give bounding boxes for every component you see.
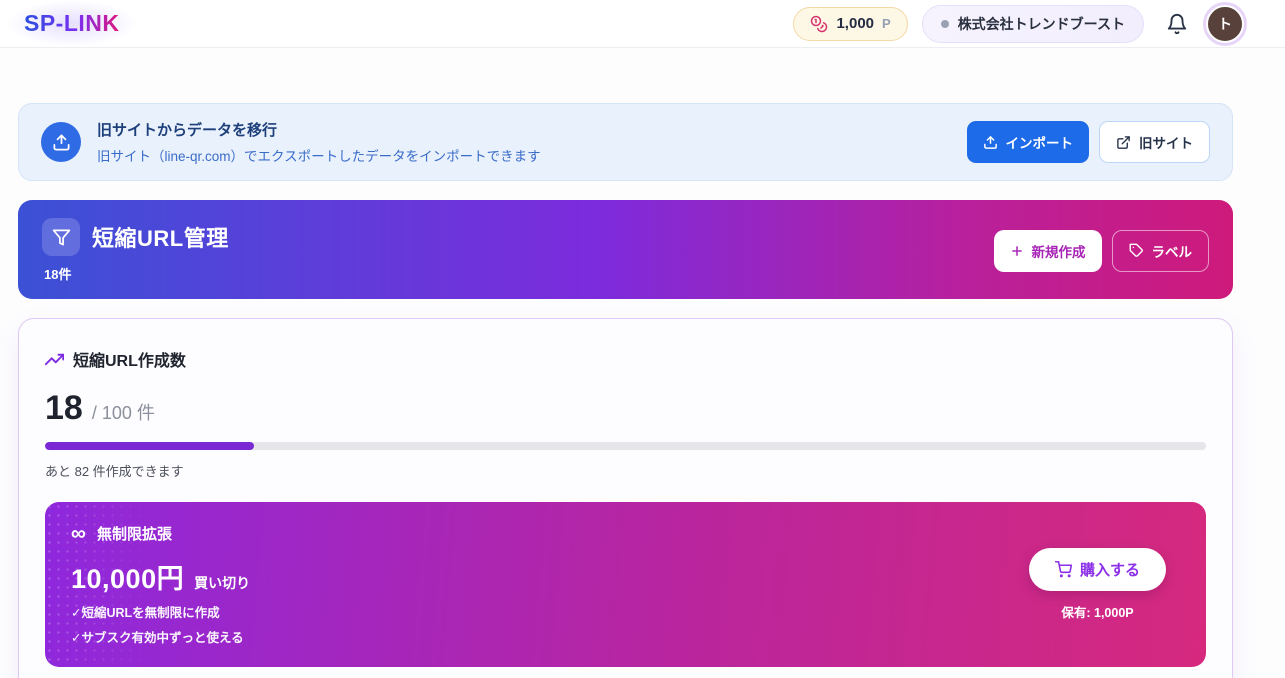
url-manager-actions: 新規作成 ラベル bbox=[994, 230, 1210, 272]
promo-purchase-area: 購入する 保有: 1,000P bbox=[1029, 548, 1166, 621]
coins-icon bbox=[810, 15, 828, 33]
cart-icon bbox=[1055, 561, 1072, 578]
stats-header: 短縮URL作成数 bbox=[45, 347, 1206, 371]
remaining-text: あと 82 件作成できます bbox=[45, 461, 1206, 480]
top-right-cluster: 1,000 P 株式会社トレンドブースト ト bbox=[793, 5, 1244, 43]
old-site-button[interactable]: 旧サイト bbox=[1099, 121, 1210, 163]
progress-fill bbox=[45, 442, 254, 450]
buy-button-label: 購入する bbox=[1080, 559, 1140, 580]
url-stats-card: 短縮URL作成数 18 / 100 件 あと 82 件作成できます ∞ 無制限拡… bbox=[18, 318, 1233, 678]
upload-circle-icon bbox=[41, 122, 81, 162]
plus-icon bbox=[1010, 244, 1024, 258]
promo-price: 10,000円 bbox=[71, 557, 184, 596]
labels-button-label: ラベル bbox=[1152, 241, 1193, 261]
page-title: 短縮URL管理 bbox=[92, 221, 229, 253]
import-button[interactable]: インポート bbox=[967, 121, 1090, 163]
filter-icon bbox=[42, 218, 80, 256]
labels-button[interactable]: ラベル bbox=[1112, 230, 1210, 272]
points-unit: P bbox=[882, 16, 891, 31]
points-badge[interactable]: 1,000 P bbox=[793, 7, 907, 41]
stats-title: 短縮URL作成数 bbox=[73, 347, 186, 371]
external-link-icon bbox=[1116, 135, 1131, 150]
points-value: 1,000 bbox=[836, 15, 874, 32]
import-button-label: インポート bbox=[1006, 132, 1074, 152]
old-site-button-label: 旧サイト bbox=[1139, 132, 1193, 152]
buy-button[interactable]: 購入する bbox=[1029, 548, 1166, 591]
migration-banner-text: 旧サイトからデータを移行 旧サイト（line-qr.com）でエクスポートしたデ… bbox=[97, 119, 951, 165]
promo-feature-1: ✓短縮URLを無制限に作成 bbox=[71, 602, 250, 621]
stats-count-row: 18 / 100 件 bbox=[45, 389, 1206, 428]
promo-price-note: 買い切り bbox=[194, 573, 250, 593]
create-new-button[interactable]: 新規作成 bbox=[994, 230, 1102, 272]
upload-icon bbox=[983, 135, 998, 150]
user-avatar[interactable]: ト bbox=[1206, 5, 1244, 43]
tag-icon bbox=[1129, 243, 1144, 258]
top-bar: SP-LINK 1,000 P 株式会社トレンドブースト ト bbox=[0, 0, 1285, 48]
trending-up-icon bbox=[45, 350, 64, 369]
progress-bar bbox=[45, 442, 1206, 450]
app-logo[interactable]: SP-LINK bbox=[10, 4, 134, 43]
unlimited-promo-card: ∞ 無制限拡張 10,000円 買い切り ✓短縮URLを無制限に作成 ✓サブスク… bbox=[45, 502, 1206, 667]
migration-actions: インポート 旧サイト bbox=[967, 121, 1211, 163]
status-dot-icon bbox=[941, 20, 949, 28]
avatar-initial: ト bbox=[1218, 14, 1232, 34]
promo-title: 無制限拡張 bbox=[97, 523, 172, 544]
promo-details: ∞ 無制限拡張 10,000円 買い切り ✓短縮URLを無制限に作成 ✓サブスク… bbox=[71, 523, 250, 646]
url-manager-titlebox: 短縮URL管理 18件 bbox=[42, 218, 229, 283]
stats-total-count: / 100 件 bbox=[92, 399, 155, 425]
stats-current-count: 18 bbox=[45, 389, 83, 428]
logo-text: SP-LINK bbox=[24, 10, 120, 36]
company-name: 株式会社トレンドブースト bbox=[958, 14, 1125, 34]
url-count-badge: 18件 bbox=[44, 264, 229, 283]
company-badge[interactable]: 株式会社トレンドブースト bbox=[922, 5, 1144, 43]
migration-subtitle: 旧サイト（line-qr.com）でエクスポートしたデータをインポートできます bbox=[97, 145, 951, 165]
notifications-button[interactable] bbox=[1162, 9, 1192, 39]
balance-text: 保有: 1,000P bbox=[1061, 602, 1133, 621]
create-new-button-label: 新規作成 bbox=[1032, 241, 1086, 261]
migration-banner: 旧サイトからデータを移行 旧サイト（line-qr.com）でエクスポートしたデ… bbox=[18, 103, 1233, 181]
url-manager-header: 短縮URL管理 18件 新規作成 ラベル bbox=[18, 200, 1233, 299]
infinity-icon: ∞ bbox=[71, 523, 86, 544]
migration-title: 旧サイトからデータを移行 bbox=[97, 119, 951, 140]
promo-feature-2: ✓サブスク有効中ずっと使える bbox=[71, 627, 250, 646]
bell-icon bbox=[1166, 13, 1188, 35]
